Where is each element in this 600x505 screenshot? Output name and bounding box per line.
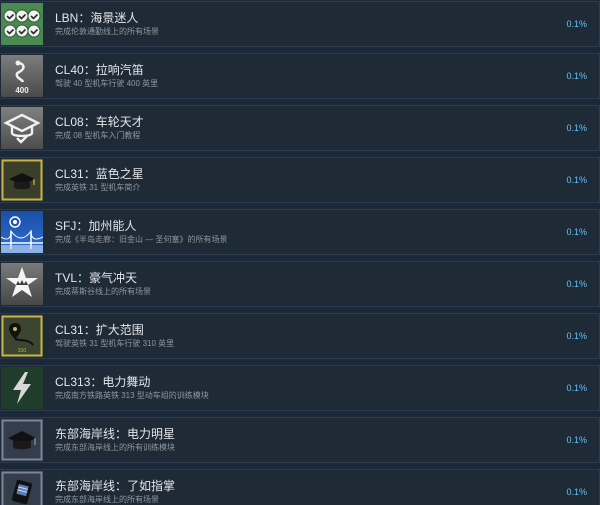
- achievement-description: 完成东部海岸线上的所有训练模块: [55, 443, 175, 452]
- achievement-text: TVL：豪气冲天 完成蒂斯谷线上的所有场景: [55, 271, 547, 297]
- achievement-percent: 0.1%: [566, 123, 587, 133]
- gold-cap-icon: [1, 159, 43, 201]
- achievement-description: 完成东部海岸线上的所有场景: [55, 495, 159, 504]
- crown-star-icon: [1, 263, 43, 305]
- achievement-description: 完成《半岛走廊：旧金山 — 圣何塞》的所有场景: [55, 235, 228, 244]
- achievement-title: LBN：海景迷人: [55, 11, 139, 25]
- achievement-title: CL31：扩大范围: [55, 323, 144, 337]
- achievement-percent: 0.1%: [566, 19, 587, 29]
- achievement-description: 完成蒂斯谷线上的所有场景: [55, 287, 151, 296]
- route-400-icon: 400: [1, 55, 43, 97]
- svg-text:400: 400: [15, 86, 29, 95]
- achievement-description: 完成南方铁路英铁 313 型动车组的训练模块: [55, 391, 209, 400]
- lightning-icon: [1, 367, 43, 409]
- achievement-row[interactable]: CL31：蓝色之星 完成英铁 31 型机车简介 0.1%: [0, 157, 600, 203]
- achievement-description: 完成伦敦通勤线上的所有场景: [55, 27, 159, 36]
- achievement-percent: 0.1%: [566, 435, 587, 445]
- achievement-title: TVL：豪气冲天: [55, 271, 138, 285]
- achievement-title: 东部海岸线：了如指掌: [55, 479, 176, 493]
- map-pin-icon: 310: [1, 315, 43, 357]
- achievement-row[interactable]: SFJ：加州能人 完成《半岛走廊：旧金山 — 圣何塞》的所有场景 0.1%: [0, 209, 600, 255]
- svg-text:310: 310: [18, 348, 27, 354]
- achievement-text: CL40：拉响汽笛 驾驶 40 型机车行驶 400 英里: [55, 63, 547, 89]
- achievement-description: 完成英铁 31 型机车简介: [55, 183, 141, 192]
- achievement-title: CL08：车轮天才: [55, 115, 144, 129]
- achievement-text: CL08：车轮天才 完成 08 型机车入门教程: [55, 115, 547, 141]
- achievement-row[interactable]: LBN：海景迷人 完成伦敦通勤线上的所有场景 0.1%: [0, 1, 600, 47]
- achievement-title: CL313：电力舞动: [55, 375, 151, 389]
- achievement-percent: 0.1%: [566, 331, 587, 341]
- achievement-text: 东部海岸线：了如指掌 完成东部海岸线上的所有场景: [55, 479, 547, 505]
- achievement-title: CL40：拉响汽笛: [55, 63, 144, 77]
- achievement-row[interactable]: CL313：电力舞动 完成南方铁路英铁 313 型动车组的训练模块 0.1%: [0, 365, 600, 411]
- achievement-row[interactable]: 310 CL31：扩大范围 驾驶英铁 31 型机车行驶 310 英里 0.1%: [0, 313, 600, 359]
- achievement-row[interactable]: 400 CL40：拉响汽笛 驾驶 40 型机车行驶 400 英里 0.1%: [0, 53, 600, 99]
- achievement-text: SFJ：加州能人 完成《半岛走廊：旧金山 — 圣何塞》的所有场景: [55, 219, 547, 245]
- achievement-row[interactable]: 东部海岸线：电力明星 完成东部海岸线上的所有训练模块 0.1%: [0, 417, 600, 463]
- achievement-percent: 0.1%: [566, 279, 587, 289]
- achievement-percent: 0.1%: [566, 227, 587, 237]
- achievement-description: 驾驶英铁 31 型机车行驶 310 英里: [55, 339, 175, 348]
- achievement-list: LBN：海景迷人 完成伦敦通勤线上的所有场景 0.1% 400 CL40：拉响汽…: [0, 0, 600, 505]
- device-icon: [1, 471, 43, 505]
- achievement-percent: 0.1%: [566, 71, 587, 81]
- achievement-text: CL313：电力舞动 完成南方铁路英铁 313 型动车组的训练模块: [55, 375, 547, 401]
- achievement-text: CL31：扩大范围 驾驶英铁 31 型机车行驶 310 英里: [55, 323, 547, 349]
- achievement-text: LBN：海景迷人 完成伦敦通勤线上的所有场景: [55, 11, 547, 37]
- achievement-text: 东部海岸线：电力明星 完成东部海岸线上的所有训练模块: [55, 427, 547, 453]
- bridge-icon: [1, 211, 43, 253]
- achievement-row[interactable]: 东部海岸线：了如指掌 完成东部海岸线上的所有场景 0.1%: [0, 469, 600, 505]
- achievement-row[interactable]: CL08：车轮天才 完成 08 型机车入门教程 0.1%: [0, 105, 600, 151]
- achievement-text: CL31：蓝色之星 完成英铁 31 型机车简介: [55, 167, 547, 193]
- achievement-percent: 0.1%: [566, 487, 587, 497]
- achievement-title: 东部海岸线：电力明星: [55, 427, 176, 441]
- achievement-title: CL31：蓝色之星: [55, 167, 144, 181]
- checkmarks-icon: [1, 3, 43, 45]
- achievement-percent: 0.1%: [566, 383, 587, 393]
- achievement-description: 完成 08 型机车入门教程: [55, 131, 141, 140]
- achievement-title: SFJ：加州能人: [55, 219, 137, 233]
- mortarboard-icon: [1, 419, 43, 461]
- graduation-cap-icon: [1, 107, 43, 149]
- achievement-row[interactable]: TVL：豪气冲天 完成蒂斯谷线上的所有场景 0.1%: [0, 261, 600, 307]
- achievement-description: 驾驶 40 型机车行驶 400 英里: [55, 79, 159, 88]
- achievement-percent: 0.1%: [566, 175, 587, 185]
